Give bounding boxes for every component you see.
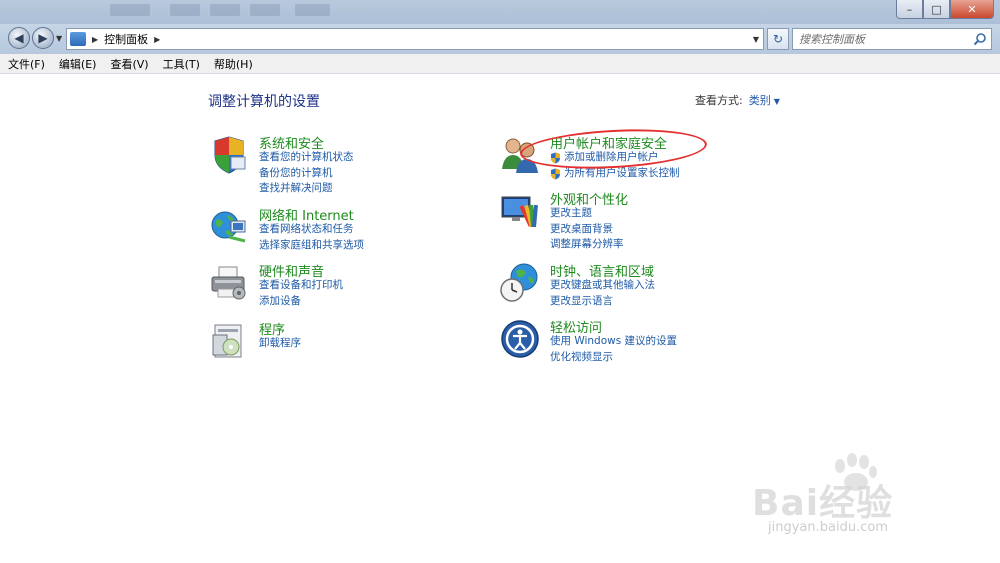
programs-icon[interactable] — [209, 321, 249, 361]
forward-arrow-icon: ▶ — [38, 31, 48, 45]
minimize-button[interactable]: – — [896, 0, 923, 19]
link-change-theme[interactable]: 更改主题 — [550, 206, 624, 222]
menu-help[interactable]: 帮助(H) — [214, 56, 253, 72]
search-placeholder: 搜索控制面板 — [799, 33, 865, 46]
watermark-url: jingyan.baidu.com — [768, 520, 888, 535]
link-label[interactable]: 为所有用户设置家长控制 — [564, 166, 680, 182]
link-windows-recommended-settings[interactable]: 使用 Windows 建议的设置 — [550, 334, 677, 350]
link-backup-computer[interactable]: 备份您的计算机 — [259, 166, 354, 182]
blurred-title-fragment — [295, 4, 330, 16]
security-shield-icon[interactable] — [209, 135, 249, 175]
appearance-monitor-icon[interactable] — [500, 191, 540, 231]
address-history-dropdown-icon[interactable]: ▼ — [753, 35, 759, 44]
window-controls: – □ ✕ — [896, 0, 994, 19]
blurred-title-fragment — [110, 4, 150, 16]
link-devices-printers[interactable]: 查看设备和打印机 — [259, 278, 343, 294]
blurred-title-fragment — [170, 4, 200, 16]
blurred-title-fragment — [210, 4, 240, 16]
back-arrow-icon: ◀ — [14, 31, 24, 45]
link-view-network-status[interactable]: 查看网络状态和任务 — [259, 222, 364, 238]
link-uninstall-program[interactable]: 卸载程序 — [259, 336, 301, 352]
printer-icon[interactable] — [209, 263, 249, 303]
uac-shield-icon — [551, 168, 560, 180]
users-icon[interactable] — [500, 135, 540, 175]
view-by-dropdown[interactable]: 类别 — [749, 94, 771, 107]
back-button[interactable]: ◀ — [8, 27, 30, 49]
chevron-down-icon[interactable]: ▼ — [774, 97, 780, 106]
link-optimize-display[interactable]: 优化视频显示 — [550, 350, 677, 366]
link-change-input-method[interactable]: 更改键盘或其他输入法 — [550, 278, 655, 294]
menu-bar: 文件(F) 编辑(E) 查看(V) 工具(T) 帮助(H) — [0, 54, 1000, 74]
menu-file[interactable]: 文件(F) — [8, 56, 45, 72]
link-add-remove-accounts[interactable]: 添加或删除用户帐户 — [550, 150, 680, 166]
link-change-display-language[interactable]: 更改显示语言 — [550, 294, 655, 310]
link-label[interactable]: 添加或删除用户帐户 — [564, 150, 659, 166]
menu-view[interactable]: 查看(V) — [110, 56, 148, 72]
menu-tools[interactable]: 工具(T) — [163, 56, 200, 72]
watermark-brand: Bai经验 — [752, 483, 894, 524]
view-by-label: 查看方式: — [695, 94, 743, 107]
link-view-computer-status[interactable]: 查看您的计算机状态 — [259, 150, 354, 166]
link-homegroup-sharing[interactable]: 选择家庭组和共享选项 — [259, 238, 364, 254]
link-change-background[interactable]: 更改桌面背景 — [550, 222, 624, 238]
link-find-fix-problems[interactable]: 查找并解决问题 — [259, 181, 354, 197]
forward-button[interactable]: ▶ — [32, 27, 54, 49]
link-add-device[interactable]: 添加设备 — [259, 294, 343, 310]
refresh-button[interactable]: ↻ — [767, 28, 789, 50]
breadcrumb-control-panel[interactable]: 控制面板 — [104, 31, 148, 47]
recent-pages-dropdown[interactable]: ▼ — [56, 34, 62, 43]
clock-globe-icon[interactable] — [500, 263, 540, 303]
link-adjust-resolution[interactable]: 调整屏幕分辨率 — [550, 237, 624, 253]
search-input[interactable]: 搜索控制面板 — [792, 28, 992, 50]
ease-of-access-icon[interactable] — [500, 319, 540, 359]
menu-edit[interactable]: 编辑(E) — [59, 56, 97, 72]
refresh-icon: ↻ — [772, 32, 784, 46]
address-bar[interactable]: ▶ 控制面板 ▶ ▼ — [66, 28, 764, 50]
control-panel-icon — [70, 32, 86, 46]
navigation-bar: ◀ ▶ ▼ ▶ 控制面板 ▶ ▼ ↻ 搜索控制面板 — [0, 24, 1000, 54]
view-by-control: 查看方式: 类别 ▼ — [695, 92, 780, 108]
blurred-title-fragment — [250, 4, 280, 16]
link-parental-controls[interactable]: 为所有用户设置家长控制 — [550, 166, 680, 182]
search-icon[interactable] — [973, 32, 987, 46]
uac-shield-icon — [551, 152, 560, 164]
maximize-button[interactable]: □ — [923, 0, 950, 19]
close-button[interactable]: ✕ — [950, 0, 994, 19]
breadcrumb-separator-icon[interactable]: ▶ — [92, 35, 98, 44]
page-title: 调整计算机的设置 — [208, 94, 320, 110]
breadcrumb-separator-icon[interactable]: ▶ — [154, 35, 160, 44]
network-globe-icon[interactable] — [209, 207, 249, 247]
